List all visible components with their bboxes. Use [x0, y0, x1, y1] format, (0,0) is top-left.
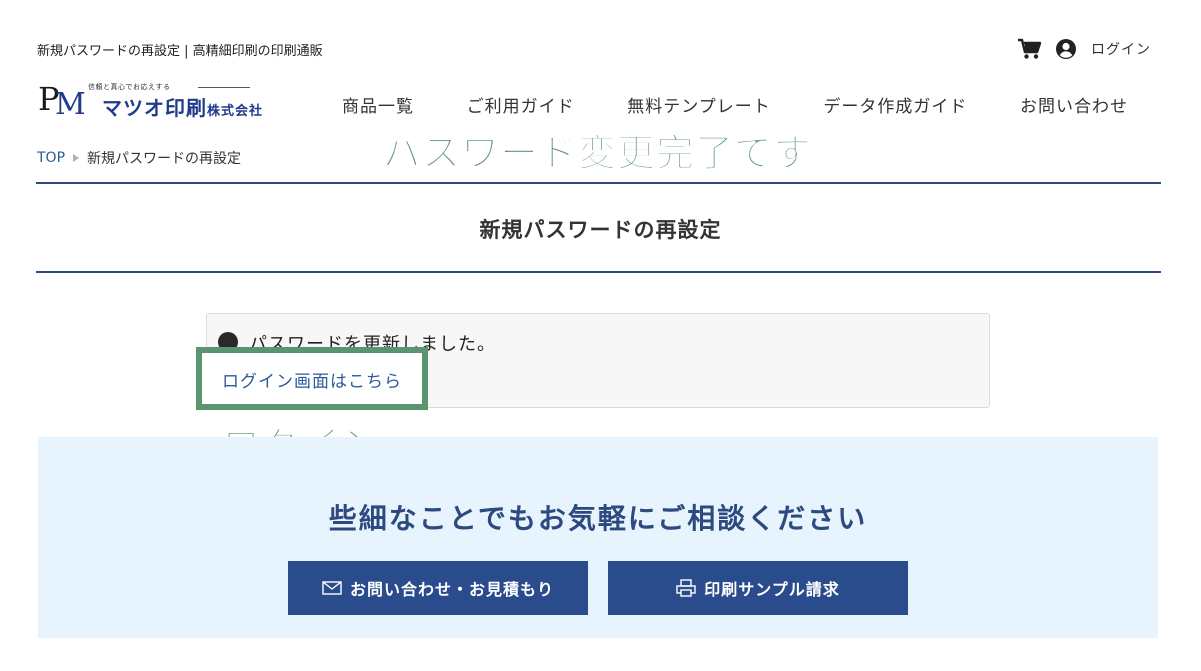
- nav-item-templates[interactable]: 無料テンプレート: [615, 92, 783, 117]
- logo-suffix: 株式会社: [207, 104, 264, 119]
- printer-icon: [676, 579, 696, 597]
- nav-item-contact[interactable]: お問い合わせ: [1008, 92, 1140, 117]
- contact-button-label: お問い合わせ・お見積もり: [349, 580, 554, 599]
- contact-heading: 些細なことでもお気軽にご相談ください: [328, 502, 868, 535]
- top-header: 新規パスワードの再設定 | 高精細印刷の印刷通販 ログイン: [0, 0, 1201, 80]
- header-actions: ログイン: [1017, 38, 1151, 60]
- logo-company-name: マツオ印刷株式会社: [102, 92, 263, 121]
- envelope-icon: [322, 581, 342, 595]
- login-screen-link[interactable]: ログイン画面はこちら: [222, 367, 402, 392]
- header-login-link[interactable]: ログイン: [1091, 39, 1151, 59]
- site-logo[interactable]: P M 信頼と真心でお応えする マツオ印刷株式会社: [38, 80, 268, 122]
- nav-item-data-guide[interactable]: データ作成ガイド: [811, 92, 979, 117]
- breadcrumb-current: 新規パスワードの再設定: [87, 151, 242, 167]
- contact-estimate-button[interactable]: お問い合わせ・お見積もり: [288, 561, 588, 615]
- user-circle-icon[interactable]: [1055, 38, 1077, 60]
- page-title: 新規パスワードの再設定: [479, 218, 722, 242]
- heading-bottom-rule: [36, 271, 1161, 273]
- breadcrumb-separator-icon: [73, 154, 80, 162]
- contact-section: 些細なことでもお気軽にご相談ください お問い合わせ・お見積もり 印刷サンプル請求: [38, 437, 1158, 638]
- svg-text:M: M: [55, 87, 86, 120]
- logo-tagline: 信頼と真心でお応えする: [88, 83, 171, 91]
- logo-name-text: マツオ印刷: [102, 96, 207, 120]
- login-link-highlight: ログイン画面はこちら: [196, 347, 428, 410]
- heading-top-rule: [36, 182, 1161, 184]
- logo-rule: [198, 87, 250, 88]
- nav-item-guide[interactable]: ご利用ガイド: [455, 92, 587, 117]
- main-nav: 商品一覧 ご利用ガイド 無料テンプレート データ作成ガイド お問い合わせ: [330, 92, 1140, 117]
- sample-request-button[interactable]: 印刷サンプル請求: [608, 561, 908, 615]
- site-tagline: 新規パスワードの再設定 | 高精細印刷の印刷通販: [37, 44, 323, 59]
- cart-icon[interactable]: [1017, 38, 1041, 60]
- breadcrumb-top-link[interactable]: TOP: [37, 150, 65, 166]
- sample-button-label: 印刷サンプル請求: [704, 580, 840, 599]
- breadcrumb: TOP 新規パスワードの再設定: [37, 148, 241, 168]
- nav-item-products[interactable]: 商品一覧: [330, 92, 426, 117]
- annotation-title: パスワード変更完了です: [382, 131, 813, 176]
